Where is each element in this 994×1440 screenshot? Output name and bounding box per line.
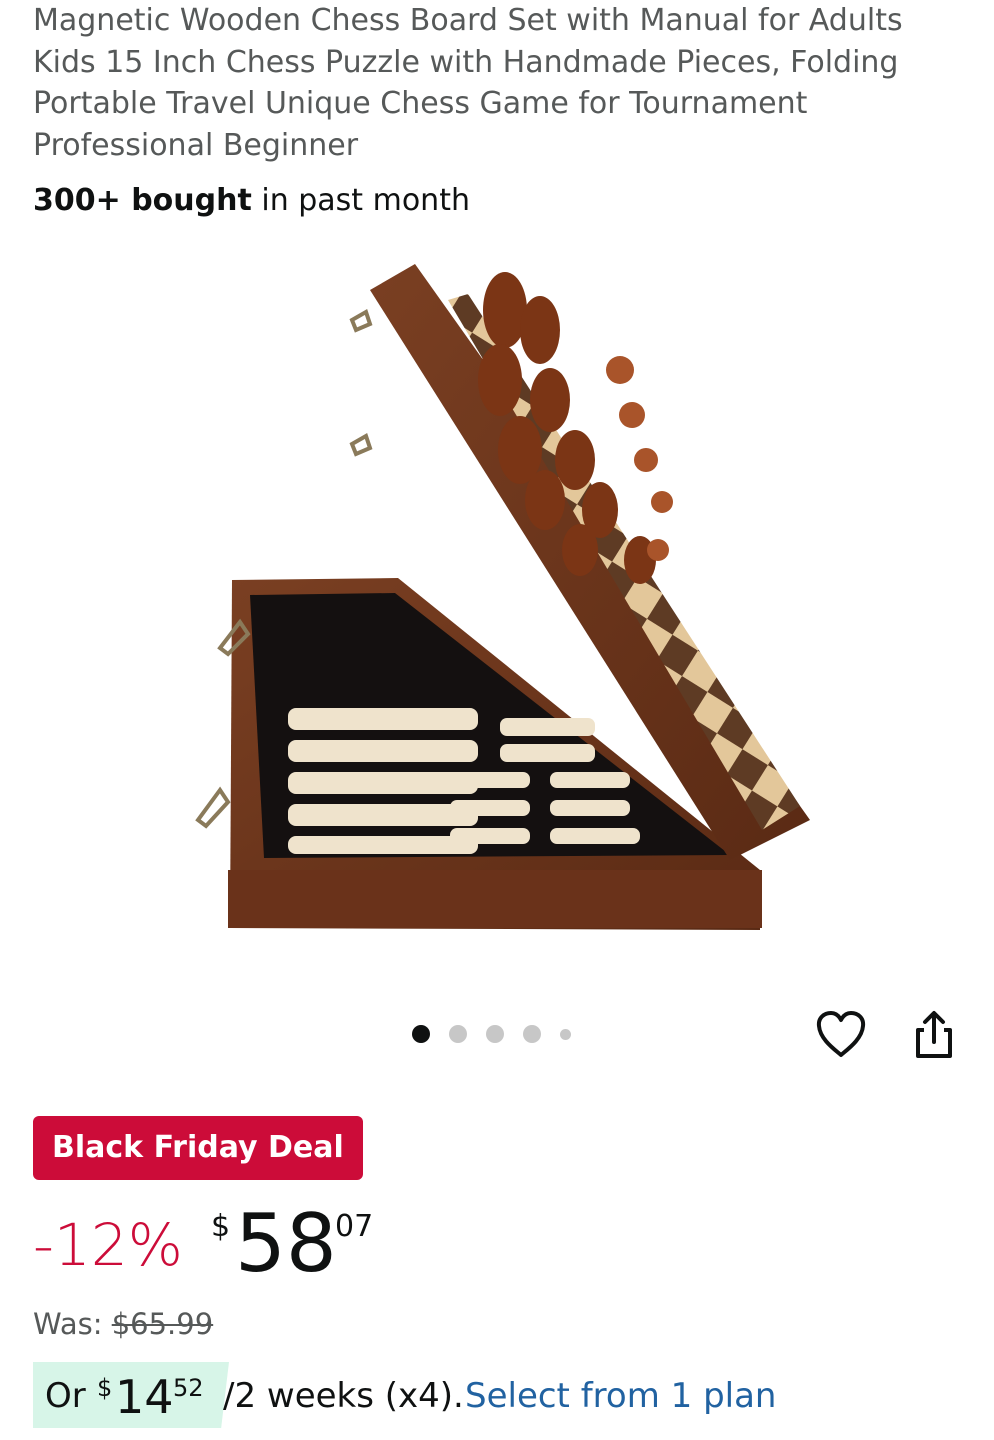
share-icon (916, 1011, 952, 1058)
pagination-dot-active[interactable] (412, 1025, 430, 1043)
deal-badge: Black Friday Deal (33, 1116, 363, 1180)
bought-count-suffix: in past month (251, 183, 470, 218)
was-label: Was: (33, 1307, 112, 1341)
product-title: Magnetic Wooden Chess Board Set with Man… (33, 3, 903, 163)
pagination-dot[interactable] (560, 1028, 571, 1040)
discount-percent: -12% (33, 1211, 183, 1279)
pagination-dot[interactable] (523, 1025, 541, 1043)
installment-prefix: Or (45, 1376, 86, 1416)
installment-fraction: 52 (173, 1374, 204, 1402)
bought-count: 300+ bought in past month (33, 181, 470, 221)
price-currency: $ (211, 1209, 231, 1244)
installment-whole: 14 (115, 1370, 174, 1424)
heart-icon (816, 1011, 866, 1057)
was-price-value: $65.99 (111, 1307, 214, 1341)
price-whole: 58 (235, 1197, 337, 1290)
share-button[interactable] (910, 1008, 958, 1062)
installment-currency: $ (97, 1374, 113, 1402)
installment-period: /2 weeks (x4). (223, 1376, 464, 1416)
image-pagination[interactable] (412, 1023, 590, 1045)
select-plan-link[interactable]: Select from 1 plan (465, 1376, 776, 1416)
chess-set-illustration (195, 264, 810, 930)
product-image[interactable] (170, 250, 830, 950)
pagination-dot[interactable] (486, 1025, 504, 1043)
price-fraction: 07 (335, 1209, 374, 1244)
wishlist-button[interactable] (814, 1008, 868, 1060)
installment-offer: Or $ 14 52 /2 weeks (x4). Select from 1 … (33, 1362, 933, 1428)
pagination-dot[interactable] (449, 1025, 467, 1043)
was-price: Was: $65.99 (33, 1304, 213, 1344)
bought-count-value: 300+ bought (33, 183, 252, 218)
